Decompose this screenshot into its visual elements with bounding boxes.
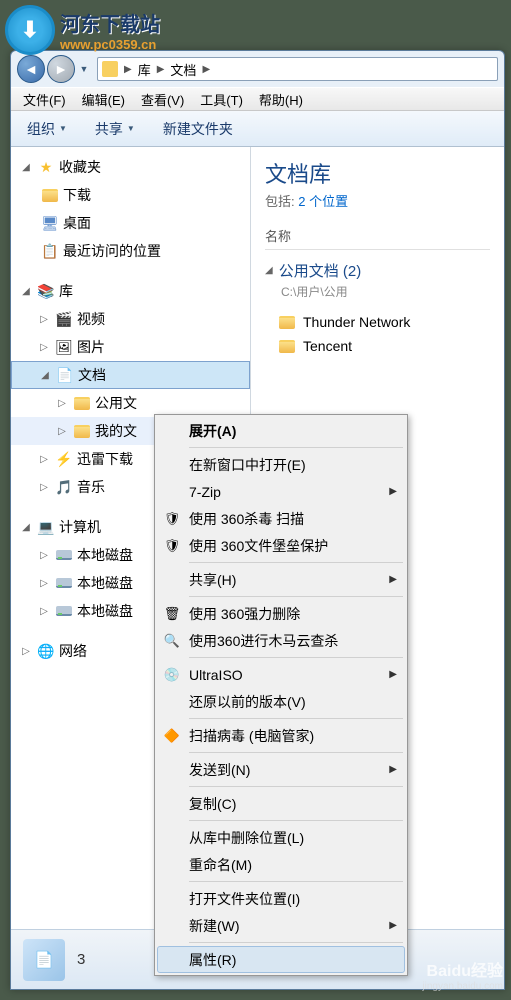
shield-icon: 🛡	[163, 510, 181, 528]
chevron-right-icon[interactable]: ▶	[200, 64, 212, 75]
status-icon: 📄	[23, 939, 65, 981]
scan-icon: 🔍	[163, 632, 181, 650]
tree-pictures[interactable]: ▷🖼图片	[11, 333, 250, 361]
menu-tools[interactable]: 工具(T)	[192, 88, 251, 111]
baidu-watermark: Baidu经验 jingyan.baidu.com	[422, 957, 503, 992]
cm-scan-virus[interactable]: 🔶扫描病毒 (电脑管家)	[157, 722, 405, 749]
forward-button[interactable]: ►	[47, 55, 75, 83]
cm-remove-from-lib[interactable]: 从库中删除位置(L)	[157, 824, 405, 851]
organize-button[interactable]: 组织▼	[21, 115, 73, 143]
tree-videos[interactable]: ▷🎬视频	[11, 305, 250, 333]
tree-downloads[interactable]: 下载	[11, 181, 250, 209]
cm-360-fortress[interactable]: 🛡使用 360文件堡垒保护	[157, 532, 405, 559]
breadcrumb-seg[interactable]: 文档	[166, 60, 200, 79]
context-menu: 展开(A) 在新窗口中打开(E) 7-Zip▶ 🛡使用 360杀毒 扫描 🛡使用…	[154, 414, 408, 976]
cm-7zip[interactable]: 7-Zip▶	[157, 478, 405, 505]
cm-expand[interactable]: 展开(A)	[157, 417, 405, 444]
cm-trojan-scan[interactable]: 🔍使用360进行木马云查杀	[157, 627, 405, 654]
baidu-watermark-main: Baidu经验	[422, 957, 503, 981]
library-subtitle: 包括: 2 个位置	[265, 191, 490, 210]
tree-desktop[interactable]: 🖥桌面	[11, 209, 250, 237]
newfolder-button[interactable]: 新建文件夹	[157, 115, 239, 143]
tree-recent[interactable]: 📋最近访问的位置	[11, 237, 250, 265]
tree-libraries[interactable]: ◢📚库	[11, 277, 250, 305]
cm-rename[interactable]: 重命名(M)	[157, 851, 405, 878]
breadcrumb[interactable]: ▶ 库 ▶ 文档 ▶	[97, 57, 498, 81]
breadcrumb-seg[interactable]: 库	[134, 60, 155, 79]
watermark-url: www.pc0359.cn	[60, 37, 160, 52]
chevron-right-icon[interactable]: ▶	[122, 64, 134, 75]
library-title: 文档库	[265, 157, 490, 189]
cm-force-delete[interactable]: 🗑使用 360强力删除	[157, 600, 405, 627]
cm-restore[interactable]: 还原以前的版本(V)	[157, 688, 405, 715]
cm-share[interactable]: 共享(H)▶	[157, 566, 405, 593]
file-item[interactable]: Thunder Network	[265, 310, 490, 334]
library-icon	[102, 61, 118, 77]
column-header-name[interactable]: 名称	[265, 226, 490, 250]
menu-file[interactable]: 文件(F)	[15, 88, 74, 111]
chevron-right-icon[interactable]: ▶	[155, 64, 167, 75]
tree-favorites[interactable]: ◢★收藏夹	[11, 153, 250, 181]
shield-icon: 🛡	[163, 537, 181, 555]
shredder-icon: 🗑	[163, 605, 181, 623]
cm-ultraiso[interactable]: 💿UltraISO▶	[157, 661, 405, 688]
baidu-watermark-url: jingyan.baidu.com	[422, 981, 503, 992]
cm-open-location[interactable]: 打开文件夹位置(I)	[157, 885, 405, 912]
share-button[interactable]: 共享▼	[89, 115, 141, 143]
cm-open-new-window[interactable]: 在新窗口中打开(E)	[157, 451, 405, 478]
cm-send-to[interactable]: 发送到(N)▶	[157, 756, 405, 783]
file-group[interactable]: ◢公用文档 (2)	[265, 260, 490, 281]
toolbar: 组织▼ 共享▼ 新建文件夹	[11, 111, 504, 147]
cm-copy[interactable]: 复制(C)	[157, 790, 405, 817]
tree-public-docs[interactable]: ▷公用文	[11, 389, 250, 417]
file-group-path: C:\用户\公用	[281, 283, 490, 300]
watermark-title: 河东下载站	[60, 8, 160, 37]
cm-new[interactable]: 新建(W)▶	[157, 912, 405, 939]
cm-360-scan[interactable]: 🛡使用 360杀毒 扫描	[157, 505, 405, 532]
site-watermark: ⬇ 河东下载站 www.pc0359.cn	[5, 5, 160, 55]
back-button[interactable]: ◄	[17, 55, 45, 83]
locations-link[interactable]: 2 个位置	[298, 194, 348, 209]
cm-properties[interactable]: 属性(R)	[157, 946, 405, 973]
file-item[interactable]: Tencent	[265, 334, 490, 358]
watermark-icon: ⬇	[5, 5, 55, 55]
menu-view[interactable]: 查看(V)	[133, 88, 192, 111]
tree-documents[interactable]: ◢📄文档	[11, 361, 250, 389]
nav-history-dropdown[interactable]: ▼	[77, 59, 91, 79]
menu-help[interactable]: 帮助(H)	[251, 88, 311, 111]
menu-edit[interactable]: 编辑(E)	[74, 88, 133, 111]
menu-bar: 文件(F) 编辑(E) 查看(V) 工具(T) 帮助(H)	[11, 87, 504, 111]
status-count: 3	[77, 951, 85, 968]
nav-bar: ◄ ► ▼ ▶ 库 ▶ 文档 ▶	[11, 51, 504, 87]
disc-icon: 💿	[163, 666, 181, 684]
shield-icon: 🔶	[163, 727, 181, 745]
